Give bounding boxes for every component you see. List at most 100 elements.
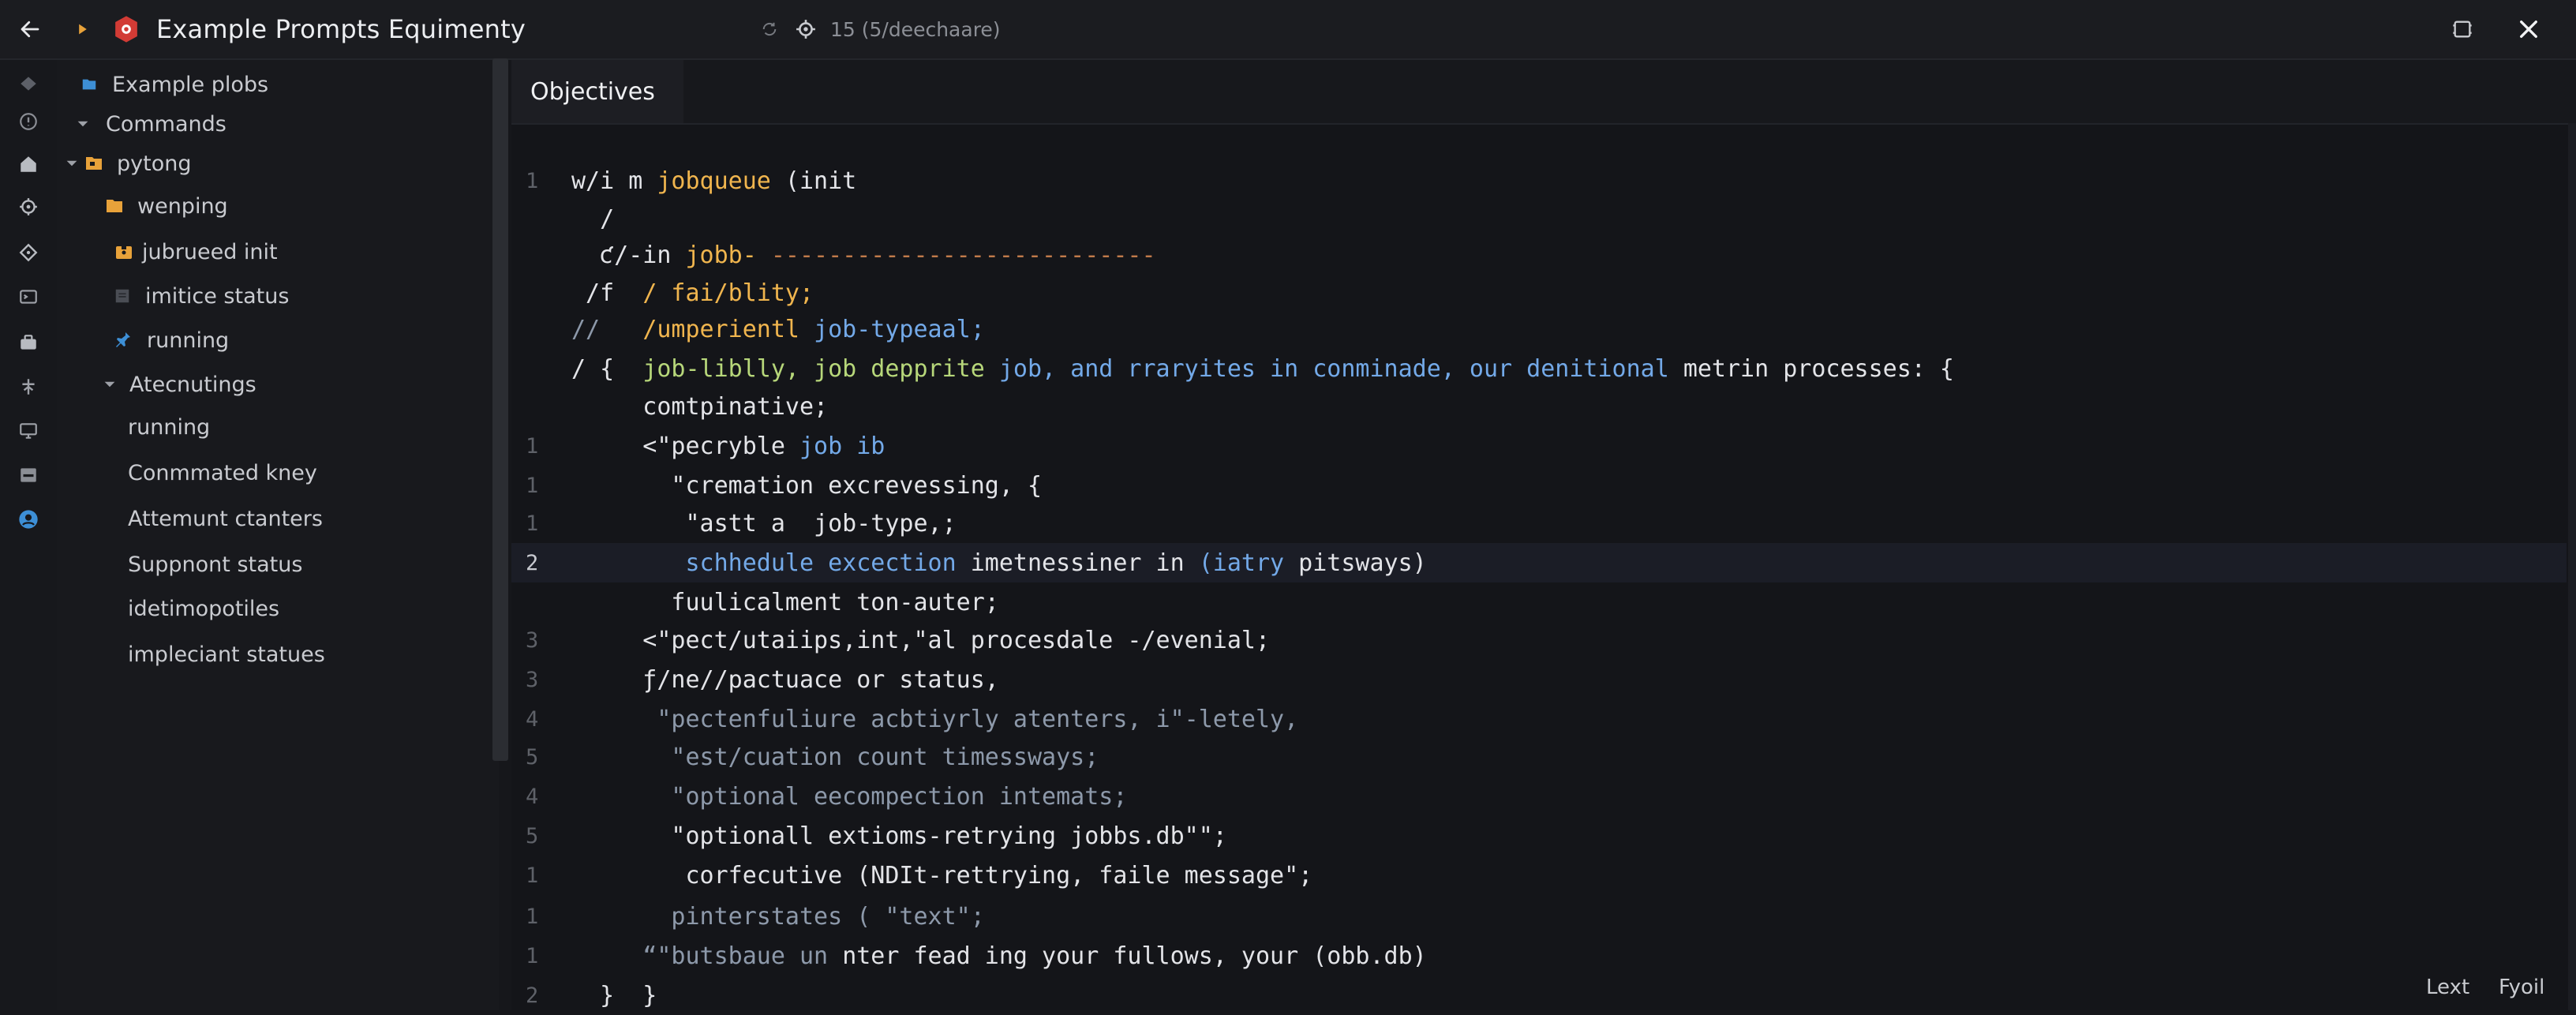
terminal-icon[interactable] <box>13 281 44 313</box>
code-text: // /umperientl job-typeaal; <box>571 316 985 343</box>
folder-icon <box>77 73 101 96</box>
tree-item-atecnutings[interactable]: Atecnutings <box>98 365 256 404</box>
code-line[interactable]: / { job-liblly, job depprite job, and rr… <box>511 349 2567 388</box>
tree-item-example-plobs[interactable]: Example plobs <box>77 65 268 104</box>
refresh-icon[interactable] <box>756 16 783 43</box>
code-text: <"pect/utaiips,int,"al procesdale -/even… <box>571 627 1270 654</box>
tree-item-suppnont-status[interactable]: Suppnont status <box>128 545 302 584</box>
monitor-icon[interactable] <box>13 415 44 447</box>
tree-item-label: pytong <box>117 151 192 176</box>
code-line[interactable]: 1 <"pecryble job ib <box>511 426 2567 466</box>
code-text: “"butsbaue un nter fead ing your fullows… <box>571 942 1427 970</box>
close-icon[interactable] <box>2511 12 2546 47</box>
code-line[interactable]: 5 "est/cuation count timessways; <box>511 737 2567 777</box>
code-line[interactable]: 4 "pectenfuliure acbtiyrly atenters, i"-… <box>511 699 2567 739</box>
explorer-icon[interactable] <box>13 68 44 99</box>
settings-icon[interactable] <box>13 191 44 223</box>
tag-icon[interactable] <box>13 237 44 268</box>
code-text: /f / fai/blity; <box>571 279 814 307</box>
tree-item-label: Suppnont status <box>128 552 303 577</box>
code-line[interactable]: 5 "optionall extioms-retrying jobbs.db""… <box>511 816 2567 856</box>
code-line[interactable]: comtpinative; <box>511 387 2567 426</box>
tree-item-imitice-status[interactable]: imitice status <box>110 276 289 316</box>
code-line[interactable]: /f / fai/blity; <box>511 273 2567 313</box>
code-token: / <box>571 204 615 233</box>
status-lext[interactable]: Lext <box>2426 976 2469 999</box>
code-editor[interactable]: Objectives 1 w/i m jobqueue (init / ƈ/-in… <box>511 60 2576 1010</box>
code-token: job, and rraryites in conminade, our den… <box>998 354 1683 383</box>
code-token: "optional eecompection intemats; <box>571 782 1128 811</box>
panel-toggle-icon[interactable] <box>2447 13 2478 45</box>
code-line[interactable]: 1 "cremation excrevessing, { <box>511 466 2567 505</box>
account-icon[interactable] <box>13 504 44 535</box>
code-token: "pectenfuliure acbtiyrly atenters, i"-le… <box>571 705 1299 733</box>
code-text: "cremation excrevessing, { <box>571 472 1042 500</box>
tree-item-jubrueed-init[interactable]: jubrueed init <box>112 232 278 272</box>
store-icon[interactable] <box>13 459 44 491</box>
code-token: job ib <box>799 432 886 460</box>
editor-scrollbar[interactable] <box>2568 123 2576 1010</box>
code-line[interactable]: 1 w/i m jobqueue (init <box>511 161 2567 200</box>
code-text: corfecutive (NDIt-rettrying, faile messa… <box>571 862 1312 890</box>
code-token: metrin processes: { <box>1683 354 1954 383</box>
tree-item-running-2[interactable]: running <box>128 407 210 447</box>
tree-item-idetimopotiles[interactable]: idetimopotiles <box>128 589 279 628</box>
tree-item-conmmated-kney[interactable]: Conmmated kney <box>128 453 317 493</box>
code-line[interactable]: // /umperientl job-typeaal; <box>511 309 2567 349</box>
tree-item-label: Example plobs <box>112 72 269 97</box>
tree-item-running[interactable]: running <box>112 320 229 360</box>
code-line[interactable]: fuulicalment ton-auter; <box>511 582 2567 622</box>
code-text: "optional eecompection intemats; <box>571 783 1127 811</box>
tree-item-pytong[interactable]: pytong <box>63 144 191 183</box>
tree-item-attemunt-ctanters[interactable]: Attemunt ctanters <box>128 499 323 538</box>
code-line[interactable]: 4 "optional eecompection intemats; <box>511 777 2567 816</box>
code-token: nter fead ing your fullows, your (obb.db… <box>842 942 1427 970</box>
code-token: / fai/blity; <box>642 279 814 307</box>
code-text: comtpinative; <box>571 393 828 421</box>
code-line[interactable]: 1 "astt a job-type,; <box>511 504 2567 543</box>
settings-icon[interactable] <box>791 14 821 44</box>
code-line[interactable]: ƈ/-in jobb- --------------------------- <box>511 235 2567 275</box>
tree-item-commands[interactable]: Commands <box>71 104 227 144</box>
line-number: 1 <box>526 473 539 498</box>
tree-item-label: imitice status <box>145 283 290 309</box>
code-line[interactable]: 1 pinterstates ( "text"; <box>511 897 2567 936</box>
code-line[interactable]: 1 corfecutive (NDIt-rettrying, faile mes… <box>511 856 2567 895</box>
code-line[interactable]: 2 schhedule excection imetnessiner in (i… <box>511 543 2567 582</box>
file-icon <box>110 284 134 308</box>
code-line[interactable]: / <box>511 199 2567 238</box>
tree-item-wenping[interactable]: wenping <box>103 186 228 226</box>
status-fyoil[interactable]: Fyoil <box>2499 976 2544 999</box>
line-number: 3 <box>526 667 539 692</box>
code-line[interactable]: 3 ƒ/ne//pactuace or status, <box>511 660 2567 699</box>
activity-bar <box>0 60 57 1010</box>
code-line[interactable]: 3 <"pect/utaiips,int,"al procesdale -/ev… <box>511 620 2567 660</box>
plugin-icon[interactable] <box>13 371 44 403</box>
home-icon[interactable] <box>13 148 44 180</box>
info-icon[interactable] <box>13 106 44 137</box>
tree-item-label: jubrueed init <box>142 239 278 264</box>
line-number: 1 <box>526 168 539 193</box>
code-text: } } <box>571 982 657 1009</box>
code-line[interactable]: 1 “"butsbaue un nter fead ing your fullo… <box>511 936 2567 976</box>
code-token: <"pect/utaiips,int,"al procesdale -/even… <box>571 626 1271 654</box>
folder-open-icon <box>82 152 106 175</box>
sidebar-scrollbar[interactable] <box>492 58 508 761</box>
tree-item-label: idetimopotiles <box>128 596 280 621</box>
tree-item-label: running <box>128 414 211 440</box>
code-token: jobb- <box>685 241 771 269</box>
tree-item-impleciant-statues[interactable]: impleciant statues <box>128 635 325 674</box>
code-token: } } <box>571 981 657 1009</box>
code-token: / { <box>571 354 643 383</box>
code-line[interactable]: 2 } } <box>511 976 2567 1015</box>
line-number: 3 <box>526 627 539 653</box>
code-token: “"butsbaue un <box>642 942 843 970</box>
tab-objectives[interactable]: Objectives <box>511 60 683 123</box>
briefcase-icon[interactable] <box>13 327 44 358</box>
package-icon <box>112 240 136 264</box>
back-arrow-icon[interactable] <box>14 13 46 45</box>
code-token: (init <box>770 167 857 195</box>
play-icon[interactable] <box>71 17 95 41</box>
